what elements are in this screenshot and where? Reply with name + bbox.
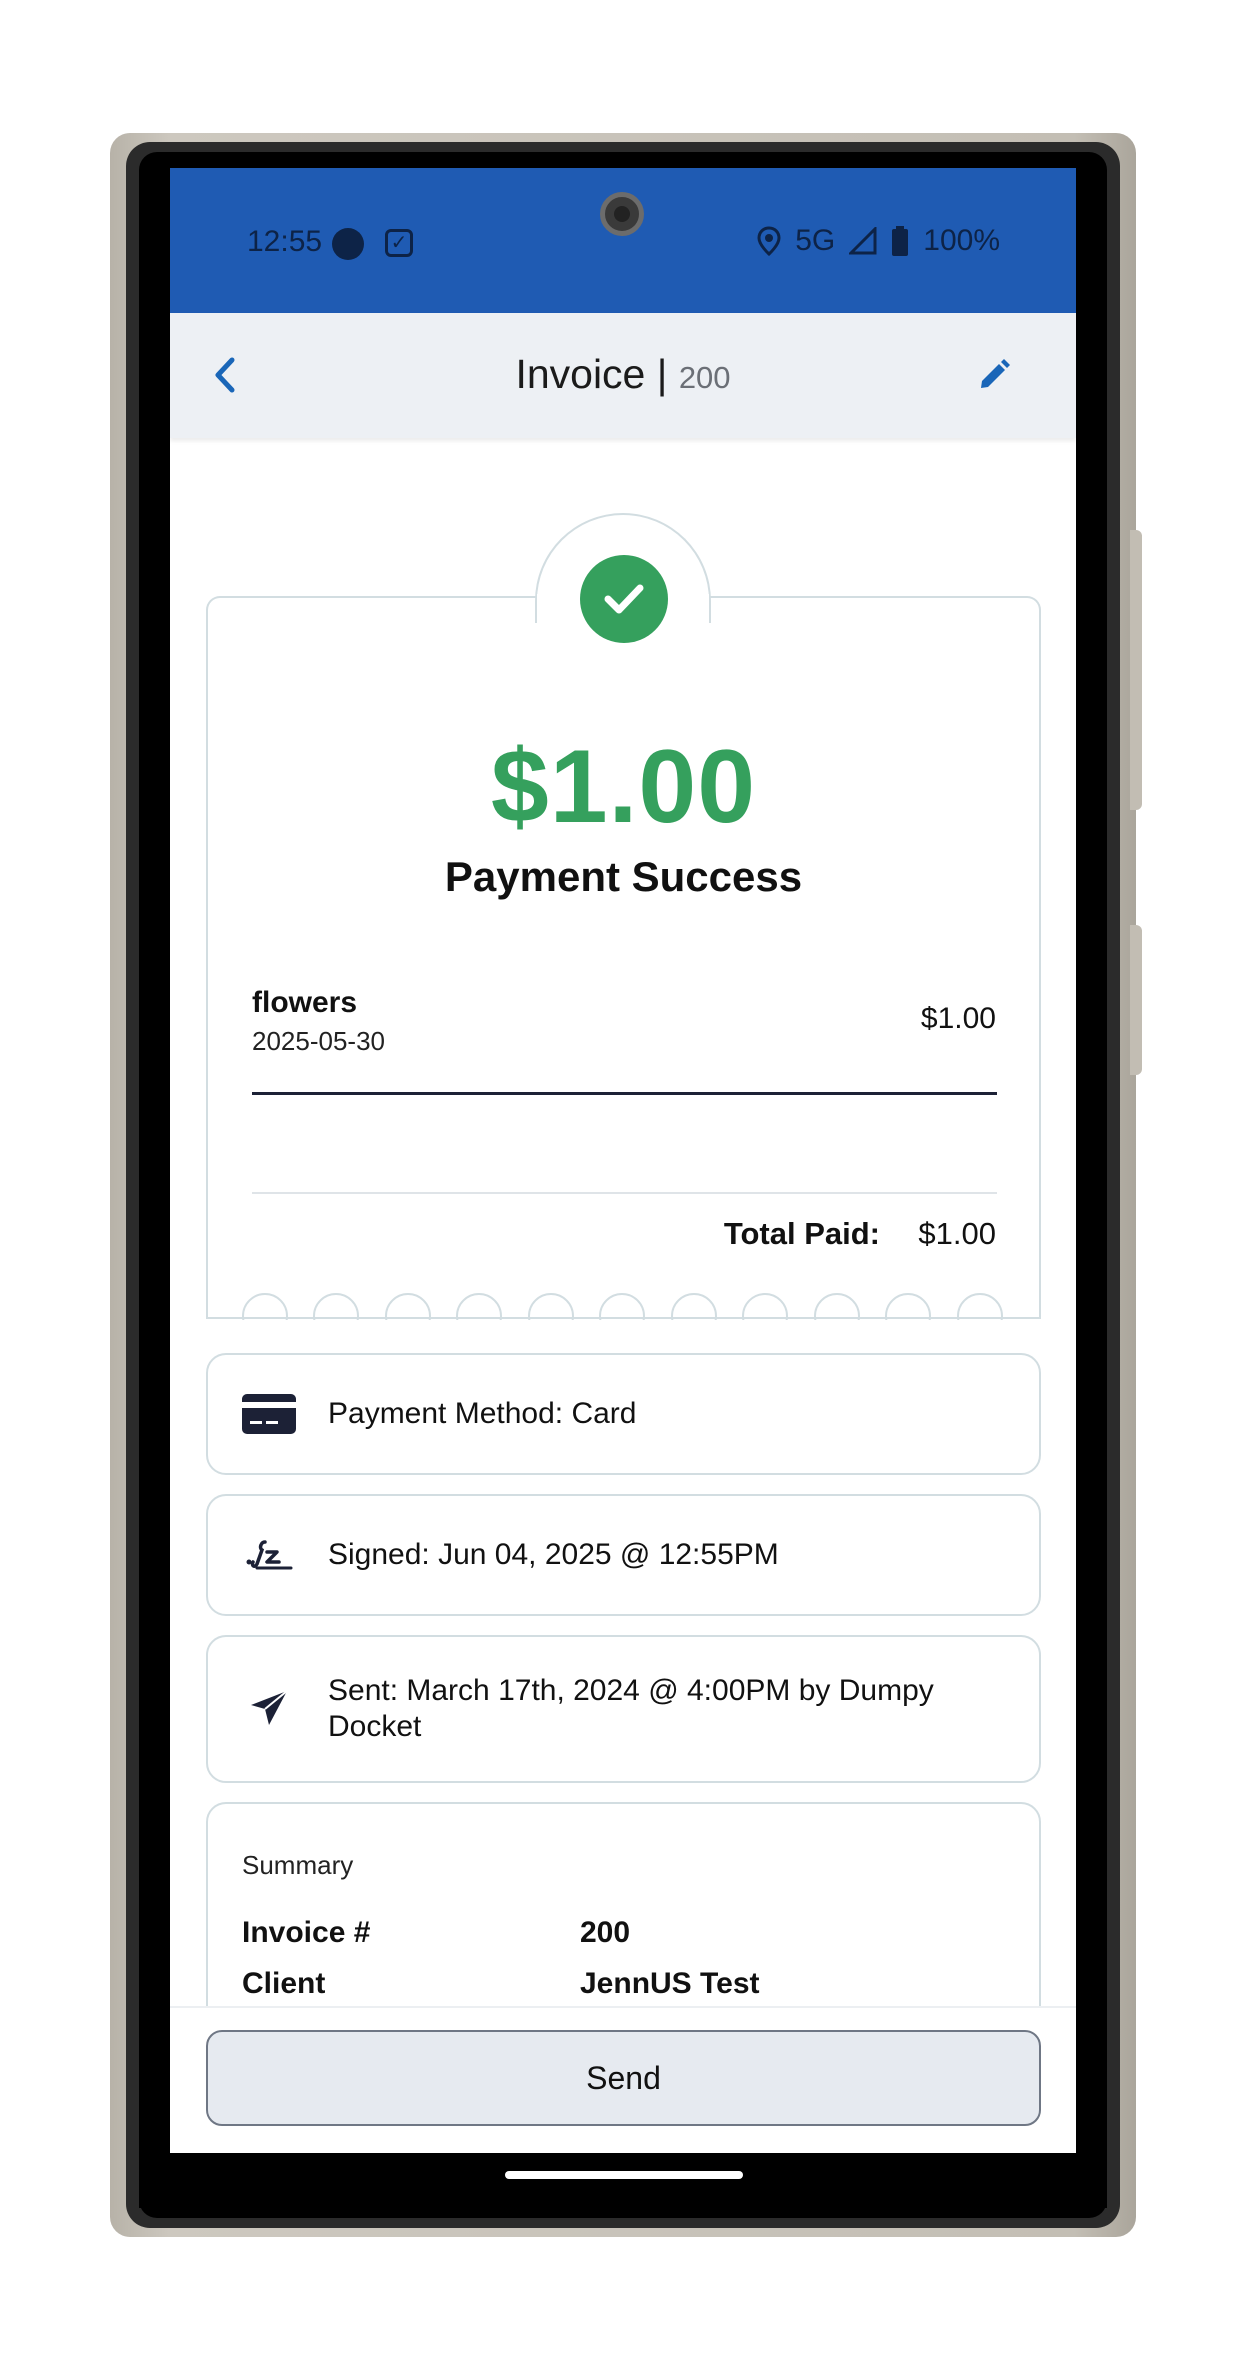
front-camera bbox=[600, 192, 644, 236]
success-badge bbox=[580, 555, 668, 643]
total-paid-label: Total Paid: bbox=[723, 1216, 880, 1251]
edit-button[interactable] bbox=[970, 351, 1018, 399]
invoice-number-badge: 200 bbox=[678, 360, 731, 395]
status-time: 12:55 bbox=[247, 225, 323, 258]
scallop bbox=[885, 1293, 931, 1320]
scallop bbox=[599, 1293, 645, 1320]
gesture-nav-area bbox=[139, 2153, 1107, 2208]
payment-amount: $1.00 bbox=[490, 729, 757, 845]
payment-method-text: Payment Method: Card bbox=[328, 1397, 637, 1430]
summary-title: Summary bbox=[242, 1850, 354, 1880]
page-title: Invoice | 200 bbox=[170, 351, 1076, 398]
home-gesture-bar[interactable] bbox=[505, 2171, 743, 2179]
paper-plane-icon bbox=[242, 1682, 296, 1736]
scallop bbox=[528, 1293, 574, 1320]
scallop bbox=[742, 1293, 788, 1320]
credit-card-icon bbox=[242, 1387, 296, 1441]
location-icon bbox=[757, 226, 781, 256]
page-title-label: Invoice | bbox=[515, 351, 668, 397]
receipt-scalloped-edge bbox=[206, 1293, 1041, 1320]
sent-card: Sent: March 17th, 2024 @ 4:00PM by Dumpy… bbox=[206, 1635, 1041, 1783]
line-item-date: 2025-05-30 bbox=[252, 1026, 385, 1056]
summary-key-client: Client bbox=[242, 1967, 326, 2000]
scallop bbox=[242, 1293, 288, 1320]
line-item-price: $1.00 bbox=[920, 1002, 996, 1035]
sent-text: Sent: March 17th, 2024 @ 4:00PM by Dumpy… bbox=[328, 1674, 934, 1743]
scallop bbox=[957, 1293, 1003, 1320]
signature-icon bbox=[242, 1528, 296, 1582]
phone-power-button bbox=[1130, 925, 1142, 1075]
signed-card: Signed: Jun 04, 2025 @ 12:55PM bbox=[206, 1494, 1041, 1616]
checkbox-notification-icon: ✓ bbox=[385, 229, 413, 257]
battery-icon bbox=[892, 226, 909, 256]
network-type: 5G bbox=[795, 224, 836, 257]
app-header: Invoice | 200 bbox=[170, 313, 1076, 438]
scallop bbox=[385, 1293, 431, 1320]
notification-dot-icon bbox=[332, 228, 364, 260]
checkmark-icon bbox=[604, 584, 644, 614]
phone-volume-button bbox=[1130, 530, 1142, 810]
signed-text: Signed: Jun 04, 2025 @ 12:55PM bbox=[328, 1538, 779, 1571]
signal-icon bbox=[849, 227, 877, 255]
summary-value-client: JennUS Test bbox=[580, 1967, 760, 2000]
status-bar: 12:55 ✓ 5G 100% bbox=[170, 168, 1076, 313]
payment-method-card: Payment Method: Card bbox=[206, 1353, 1041, 1475]
battery-level: 100% bbox=[923, 224, 1000, 257]
line-item-name: flowers bbox=[252, 986, 358, 1019]
divider bbox=[252, 1192, 997, 1194]
payment-status: Payment Success bbox=[444, 853, 803, 900]
status-indicators: 5G 100% bbox=[757, 224, 1000, 258]
receipt-card bbox=[206, 596, 1041, 1318]
scallop bbox=[456, 1293, 502, 1320]
bottom-action-bar: Send bbox=[170, 2006, 1076, 2153]
scallop bbox=[814, 1293, 860, 1320]
summary-key-invoice: Invoice # bbox=[242, 1916, 371, 1949]
scallop bbox=[313, 1293, 359, 1320]
pencil-icon bbox=[981, 359, 1010, 388]
receipt-bottom-edge bbox=[206, 1317, 1041, 1319]
summary-value-invoice: 200 bbox=[580, 1916, 631, 1949]
send-button[interactable]: Send bbox=[206, 2030, 1041, 2126]
scallop bbox=[671, 1293, 717, 1320]
divider bbox=[252, 1092, 997, 1095]
total-paid-value: $1.00 bbox=[918, 1216, 996, 1251]
screen: 12:55 ✓ 5G 100% Invoice | 200 $1.00 Paym… bbox=[170, 168, 1076, 2153]
